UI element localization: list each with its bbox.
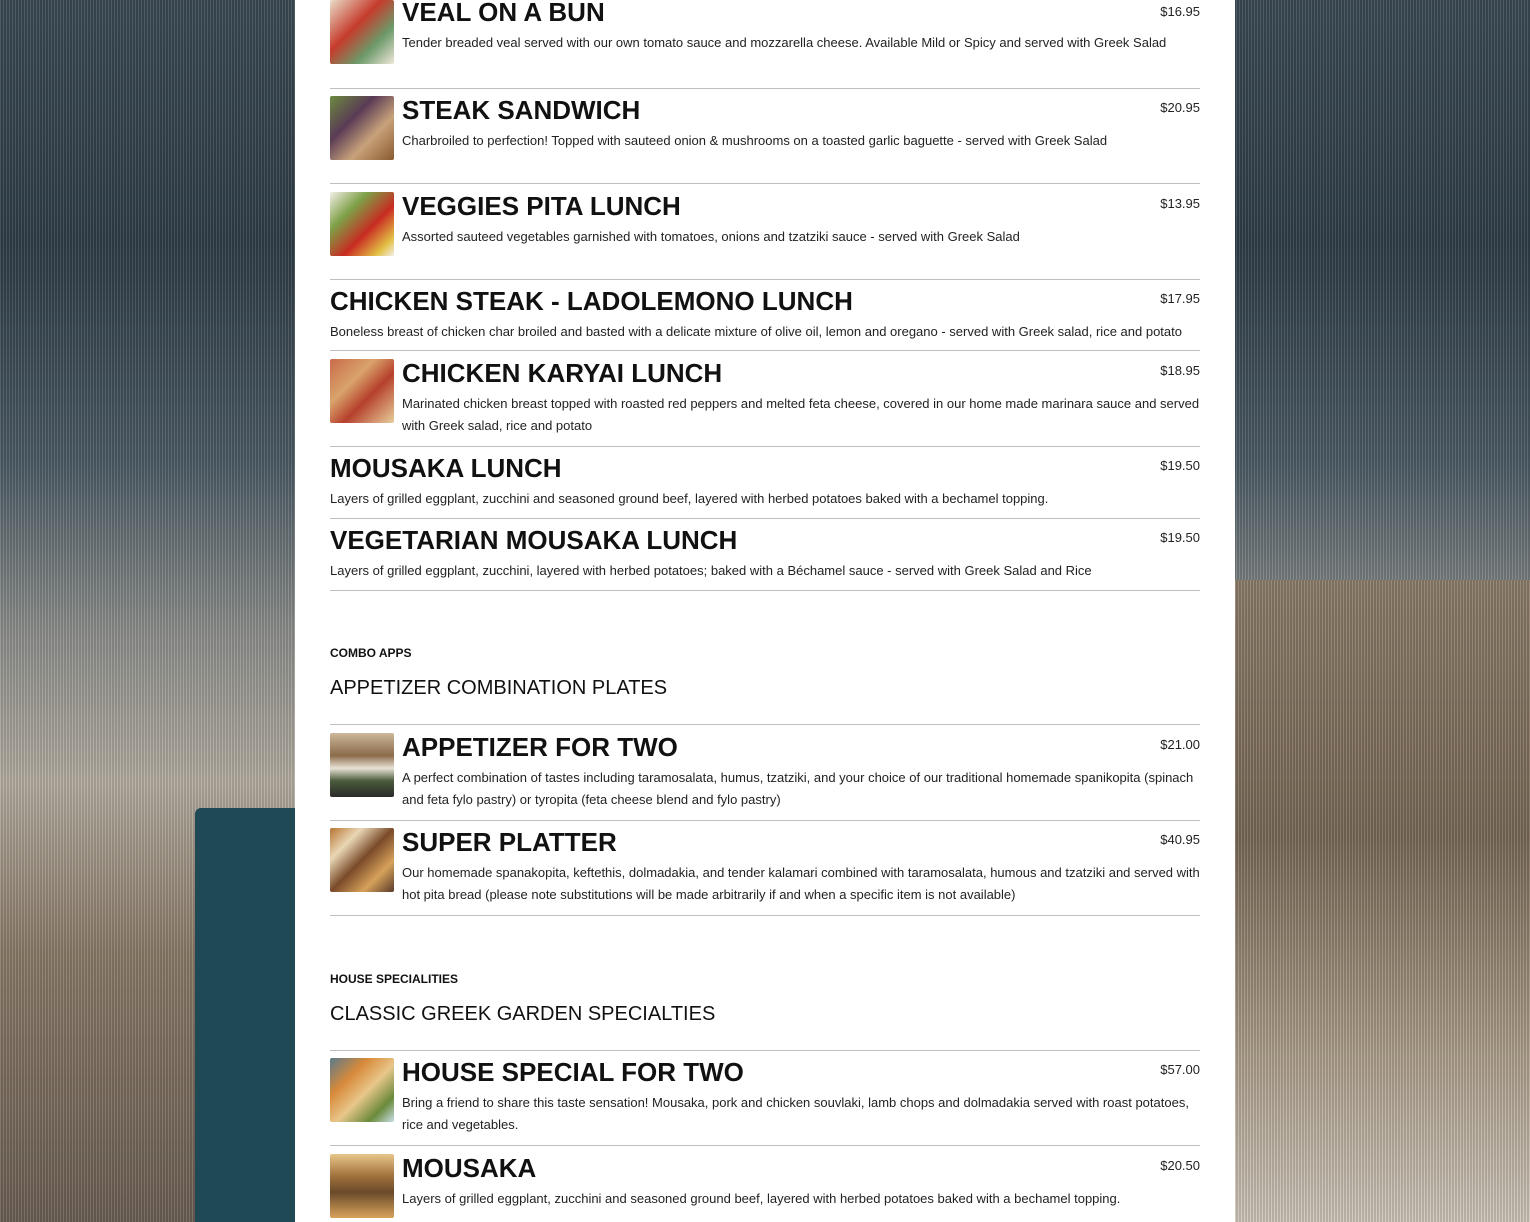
item-title: SUPER PLATTER [402,827,617,857]
item-price: $19.50 [1160,458,1200,473]
item-description: Marinated chicken breast topped with roa… [402,396,1200,433]
item-body: VEGETARIAN MOUSAKA LUNCH Layers of grill… [330,526,1200,590]
item-title: CHICKEN STEAK - LADOLEMONO LUNCH [330,286,853,316]
item-body: CHICKEN STEAK - LADOLEMONO LUNCH Boneles… [330,287,1200,350]
item-price: $17.95 [1160,291,1200,306]
item-description: Layers of grilled eggplant, zucchini and… [402,1191,1121,1206]
section-house-header: HOUSE SPECIALITIES CLASSIC GREEK GARDEN … [330,916,1200,1051]
background-decoration-right [1235,580,1530,1222]
menu-item-vegetarian-mousaka-lunch[interactable]: VEGETARIAN MOUSAKA LUNCH Layers of grill… [330,519,1200,591]
item-title: APPETIZER FOR TWO [402,732,678,762]
item-title: VEAL ON A BUN [402,0,605,27]
item-body: APPETIZER FOR TWO A perfect combination … [402,733,1200,820]
menu-item-mousaka-lunch[interactable]: MOUSAKA LUNCH Layers of grilled eggplant… [330,447,1200,519]
item-thumbnail[interactable] [330,192,394,256]
item-price: $57.00 [1160,1062,1200,1077]
menu-item-appetizer-for-two[interactable]: APPETIZER FOR TWO A perfect combination … [330,725,1200,821]
item-price: $40.95 [1160,832,1200,847]
item-title: HOUSE SPECIAL FOR TWO [402,1057,744,1087]
item-description: Layers of grilled eggplant, zucchini and… [330,491,1049,506]
item-description: Charbroiled to perfection! Topped with s… [402,133,1108,148]
section-combo-header: COMBO APPS APPETIZER COMBINATION PLATES [330,591,1200,725]
item-description: Tender breaded veal served with our own … [402,35,1167,50]
item-description: Assorted sauteed vegetables garnished wi… [402,229,1020,244]
item-thumbnail[interactable] [330,0,394,64]
section-title: APPETIZER COMBINATION PLATES [330,677,668,699]
menu-item-house-special-for-two[interactable]: HOUSE SPECIAL FOR TWO Bring a friend to … [330,1051,1200,1146]
menu-item-super-platter[interactable]: SUPER PLATTER Our homemade spanakopita, … [330,821,1200,916]
item-title: CHICKEN KARYAI LUNCH [402,358,723,388]
item-price: $20.95 [1160,100,1200,115]
item-description: Our homemade spanakopita, keftethis, dol… [402,865,1200,902]
item-price: $18.95 [1160,363,1200,378]
section-label: COMBO APPS [330,646,412,660]
section-title: CLASSIC GREEK GARDEN SPECIALTIES [330,1003,716,1025]
menu-item-chicken-karyai-lunch[interactable]: CHICKEN KARYAI LUNCH Marinated chicken b… [330,351,1200,447]
item-description: Bring a friend to share this taste sensa… [402,1095,1189,1132]
item-thumbnail[interactable] [330,1154,394,1218]
item-description: A perfect combination of tastes includin… [402,770,1194,807]
menu-item-chicken-steak-ladolemono-lunch[interactable]: CHICKEN STEAK - LADOLEMONO LUNCH Boneles… [330,280,1200,351]
item-title: VEGGIES PITA LUNCH [402,191,681,221]
item-title: MOUSAKA LUNCH [330,453,562,483]
menu-panel: VEAL ON A BUN Tender breaded veal served… [295,0,1235,1222]
item-body: VEAL ON A BUN Tender breaded veal served… [402,0,1200,88]
item-price: $21.00 [1160,737,1200,752]
item-title: MOUSAKA [402,1153,537,1183]
item-body: MOUSAKA LUNCH Layers of grilled eggplant… [330,454,1200,518]
menu-item-steak-sandwich[interactable]: STEAK SANDWICH Charbroiled to perfection… [330,89,1200,184]
item-description: Layers of grilled eggplant, zucchini, la… [330,563,1092,578]
item-price: $20.50 [1160,1158,1200,1173]
item-thumbnail[interactable] [330,733,394,797]
item-price: $16.95 [1160,4,1200,19]
item-body: MOUSAKA Layers of grilled eggplant, zucc… [402,1154,1200,1222]
section-label: HOUSE SPECIALITIES [330,972,459,986]
item-title: STEAK SANDWICH [402,95,641,125]
menu-item-veal-on-a-bun[interactable]: VEAL ON A BUN Tender breaded veal served… [330,0,1200,89]
item-price: $13.95 [1160,196,1200,211]
item-description: Boneless breast of chicken char broiled … [330,324,1182,339]
item-thumbnail[interactable] [330,96,394,160]
item-thumbnail[interactable] [330,359,394,423]
item-title: VEGETARIAN MOUSAKA LUNCH [330,525,738,555]
item-body: SUPER PLATTER Our homemade spanakopita, … [402,828,1200,915]
menu-content: VEAL ON A BUN Tender breaded veal served… [330,0,1200,1222]
menu-item-mousaka[interactable]: MOUSAKA Layers of grilled eggplant, zucc… [330,1146,1200,1222]
item-body: HOUSE SPECIAL FOR TWO Bring a friend to … [402,1058,1200,1145]
item-body: STEAK SANDWICH Charbroiled to perfection… [402,96,1200,183]
item-body: VEGGIES PITA LUNCH Assorted sauteed vege… [402,192,1200,279]
item-body: CHICKEN KARYAI LUNCH Marinated chicken b… [402,359,1200,446]
item-price: $19.50 [1160,530,1200,545]
item-thumbnail[interactable] [330,828,394,892]
background-decoration-left [195,808,295,1222]
item-thumbnail[interactable] [330,1058,394,1122]
menu-item-veggies-pita-lunch[interactable]: VEGGIES PITA LUNCH Assorted sauteed vege… [330,184,1200,280]
